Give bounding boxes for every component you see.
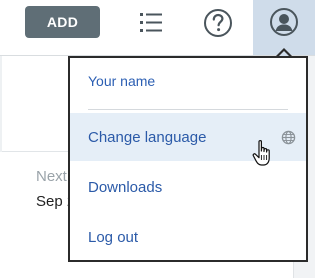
menu-item-label: Log out <box>88 228 139 246</box>
help-icon[interactable] <box>203 8 233 38</box>
menu-item-downloads[interactable]: Downloads <box>70 163 306 211</box>
top-bar: ADD <box>0 0 315 56</box>
add-button[interactable]: ADD <box>25 6 100 38</box>
next-label: Next <box>36 168 67 185</box>
hand-cursor-icon <box>252 140 270 166</box>
menu-item-log-out[interactable]: Log out <box>70 213 306 261</box>
menu-divider <box>88 109 288 110</box>
user-icon <box>270 8 298 36</box>
user-name: Your name <box>88 73 156 89</box>
section-edge <box>0 56 2 152</box>
menu-item-label: Change language <box>88 128 207 146</box>
menu-item-label: Downloads <box>88 178 163 196</box>
globe-icon <box>281 130 296 145</box>
list-icon[interactable] <box>138 10 164 36</box>
